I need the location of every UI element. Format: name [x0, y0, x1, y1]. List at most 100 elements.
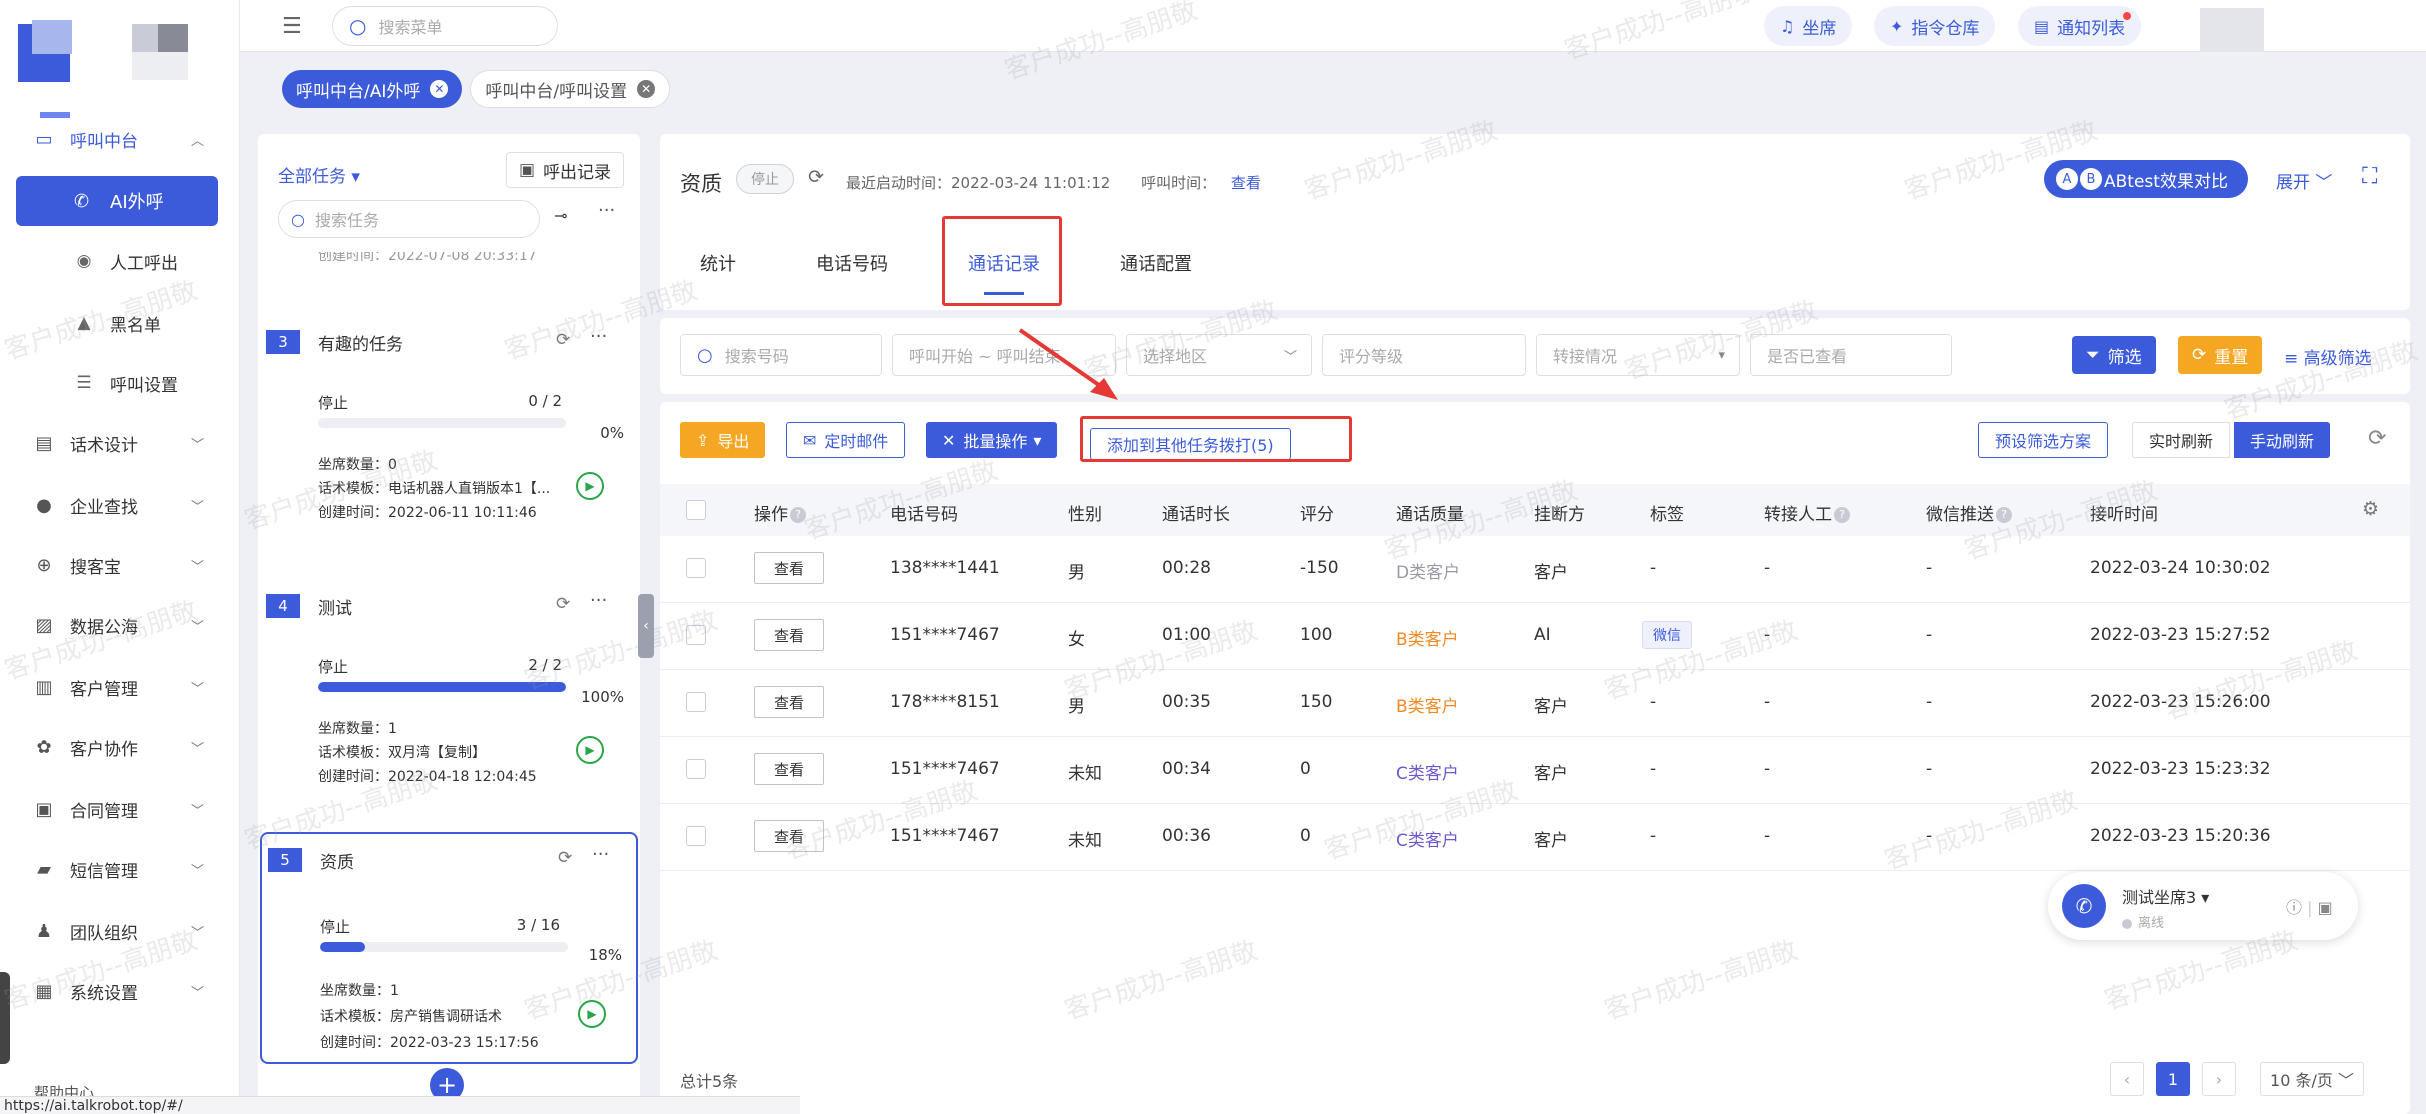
- close-icon[interactable]: ✕: [430, 80, 449, 98]
- refresh-icon[interactable]: ⟳: [558, 848, 572, 868]
- all-tasks-dropdown[interactable]: 全部任务 ▾: [278, 162, 360, 187]
- tab-call-settings[interactable]: 呼叫中台/呼叫设置 ✕: [470, 70, 671, 108]
- filter-button[interactable]: ⏷ 筛选: [2072, 336, 2156, 374]
- prev-page-button[interactable]: ‹: [2110, 1062, 2144, 1096]
- reset-button[interactable]: ⟳ 重置: [2178, 336, 2263, 374]
- page-number[interactable]: 1: [2156, 1062, 2190, 1096]
- transfer-select[interactable]: 转接情况 ▾: [1536, 334, 1740, 376]
- next-page-button[interactable]: ›: [2202, 1062, 2236, 1096]
- sidebar-item-system-settings[interactable]: ▦ 系统设置 ﹀: [0, 966, 240, 1016]
- sidebar-item-company-search[interactable]: ● 企业查找 ﹀: [0, 480, 240, 530]
- refresh-icon[interactable]: ⟳: [808, 166, 824, 188]
- tag-wechat: 微信: [1642, 621, 1692, 649]
- notification-list-button[interactable]: ▤ 通知列表: [2018, 6, 2142, 46]
- close-icon[interactable]: ✕: [637, 80, 656, 98]
- score-level-select[interactable]: 评分等级: [1322, 334, 1526, 376]
- task-card[interactable]: 3 有趣的任务 ⟳ ··· 停止 0 / 2 0% 坐席数量：0 话术模板：电话…: [260, 322, 638, 526]
- expand-toggle[interactable]: 展开 ﹀: [2276, 168, 2332, 193]
- fullscreen-icon[interactable]: ⛶: [2362, 164, 2377, 189]
- view-button[interactable]: 查看: [754, 619, 824, 651]
- cell-wechat: -: [1926, 826, 1933, 846]
- task-search-input[interactable]: ○ 搜索任务: [278, 200, 540, 238]
- seat-button[interactable]: ♫ 坐席: [1764, 6, 1853, 46]
- col-score: 评分: [1300, 505, 1334, 525]
- timed-mail-button[interactable]: ✉ 定时邮件: [786, 422, 906, 458]
- sidebar-item-ai-call[interactable]: ✆ AI外呼: [16, 176, 218, 226]
- row-checkbox[interactable]: [686, 558, 706, 578]
- task-card[interactable]: 4 测试 ⟳ ··· 停止 2 / 2 100% 坐席数量：1 话术模板：双月湾…: [260, 586, 638, 790]
- chevron-down-icon: ﹀: [190, 437, 204, 453]
- more-icon[interactable]: ···: [590, 590, 607, 611]
- view-button[interactable]: 查看: [754, 820, 824, 852]
- play-icon[interactable]: ▶: [576, 736, 604, 764]
- highlight-box: [942, 216, 1062, 306]
- refresh-icon[interactable]: ⟳: [556, 330, 570, 350]
- callout-record-button[interactable]: ▣ 呼出记录: [506, 152, 625, 188]
- cell-transfer: -: [1764, 759, 1771, 779]
- screen-icon[interactable]: ▣: [2318, 898, 2333, 917]
- sidebar-item-script-design[interactable]: ▤ 话术设计 ﹀: [0, 418, 240, 468]
- preset-filter-button[interactable]: 预设筛选方案: [1978, 422, 2109, 458]
- row-checkbox[interactable]: [686, 826, 706, 846]
- chevron-down-icon: ﹀: [190, 741, 204, 757]
- manual-refresh-toggle[interactable]: 手动刷新: [2234, 422, 2331, 458]
- table-row: 查看 178****8151 男 00:35 150 B类客户 客户 - - - 2022-03-2…: [660, 670, 2410, 737]
- select-all-checkbox[interactable]: [686, 500, 706, 520]
- sidebar-item-data-sea[interactable]: ▨ 数据公海 ﹀: [0, 600, 240, 650]
- row-checkbox[interactable]: [686, 625, 706, 645]
- view-button[interactable]: 查看: [754, 686, 824, 718]
- menu-collapse-icon[interactable]: ☰: [282, 14, 302, 39]
- refresh-icon[interactable]: ⟳: [556, 594, 570, 614]
- menu-search-input[interactable]: ○ 搜索菜单: [332, 6, 558, 46]
- viewed-select[interactable]: 是否已查看: [1750, 334, 1952, 376]
- task-number: 4: [266, 594, 300, 618]
- batch-operation-button[interactable]: ✕ 批量操作 ▾: [926, 422, 1058, 458]
- advanced-filter-link[interactable]: ≡ 高级筛选: [2284, 344, 2372, 369]
- avatar[interactable]: [2200, 8, 2264, 52]
- tab-statistics[interactable]: 统计: [700, 250, 736, 276]
- sidebar-item-blacklist[interactable]: ▲ 黑名单: [0, 298, 240, 348]
- info-icon[interactable]: ⓘ: [2286, 898, 2302, 917]
- view-button[interactable]: 查看: [754, 552, 824, 584]
- phone-search-input[interactable]: ○ 搜索号码: [680, 334, 882, 376]
- tab-phone-numbers[interactable]: 电话号码: [816, 250, 888, 276]
- caret-down-icon: ▾: [1033, 430, 1042, 450]
- call-time-view-link[interactable]: 查看: [1231, 174, 1261, 192]
- sidebar-item-contract-mgmt[interactable]: ▣ 合同管理 ﹀: [0, 784, 240, 834]
- tab-ai-call[interactable]: 呼叫中台/AI外呼 ✕: [282, 70, 463, 108]
- sidebar-item-manual-call[interactable]: ◉ 人工呼出: [0, 236, 240, 286]
- row-checkbox[interactable]: [686, 692, 706, 712]
- sidebar-item-soukebao[interactable]: ⊕ 搜客宝 ﹀: [0, 540, 240, 590]
- sidebar-item-call-settings[interactable]: ☰ 呼叫设置: [0, 358, 240, 408]
- realtime-refresh-toggle[interactable]: 实时刷新: [2132, 422, 2231, 458]
- refresh-icon[interactable]: ⟳: [2368, 426, 2386, 451]
- sidebar-item-sms-mgmt[interactable]: ▰ 短信管理 ﹀: [0, 844, 240, 894]
- view-button[interactable]: 查看: [754, 753, 824, 785]
- col-tag: 标签: [1650, 505, 1684, 525]
- page-size-select[interactable]: 10 条/页 ﹀: [2260, 1062, 2364, 1096]
- phone-icon[interactable]: ✆: [2062, 884, 2106, 928]
- row-checkbox[interactable]: [686, 759, 706, 779]
- tool-icon[interactable]: ⊸: [554, 206, 567, 225]
- more-icon[interactable]: ···: [592, 844, 609, 865]
- collapse-panel-handle[interactable]: ‹: [638, 594, 654, 658]
- play-icon[interactable]: ▶: [578, 1000, 606, 1028]
- callout-record-label: 呼出记录: [543, 162, 612, 183]
- sidebar-item-team-org[interactable]: ♟ 团队组织 ﹀: [0, 906, 240, 956]
- sidebar-item-customer-collab[interactable]: ✿ 客户协作 ﹀: [0, 722, 240, 772]
- sidebar-item-call-center[interactable]: ▭ 呼叫中台 ︿: [0, 114, 240, 164]
- sidebar-item-customer-mgmt[interactable]: ▥ 客户管理 ﹀: [0, 662, 240, 712]
- sidebar-scroll-handle[interactable]: [0, 972, 10, 1064]
- tab-call-config[interactable]: 通话配置: [1120, 250, 1192, 276]
- play-icon[interactable]: ▶: [576, 472, 604, 500]
- more-icon[interactable]: ···: [598, 200, 615, 221]
- command-library-button[interactable]: ✦ 指令仓库: [1874, 6, 1996, 46]
- abtest-compare-button[interactable]: A B ABtest效果对比: [2044, 160, 2248, 198]
- gear-icon[interactable]: ⚙: [2362, 498, 2379, 520]
- seat-status-widget[interactable]: ✆ 测试坐席3 ▾ 离线 ⓘ | ▣: [2048, 872, 2358, 940]
- region-select[interactable]: 选择地区 ﹀: [1126, 334, 1312, 376]
- export-button[interactable]: ⇪ 导出: [680, 422, 766, 458]
- call-time-range-picker[interactable]: 呼叫开始 ~ 呼叫结束: [892, 334, 1116, 376]
- task-card-selected[interactable]: 5 资质 ⟳ ··· 停止 3 / 16 18% 坐席数量：1 话术模板：房产销…: [260, 832, 638, 1064]
- more-icon[interactable]: ···: [590, 326, 607, 347]
